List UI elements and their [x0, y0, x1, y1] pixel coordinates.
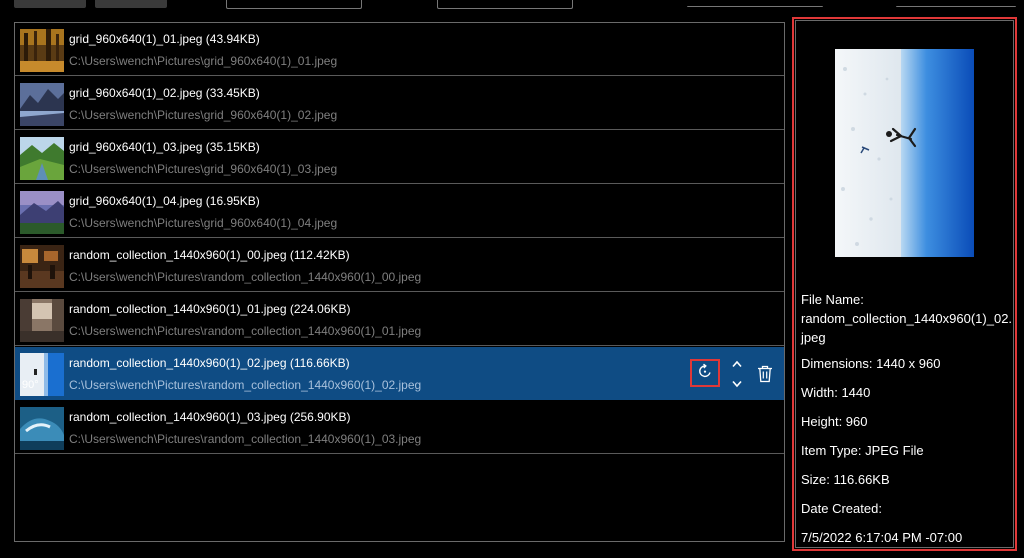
item-type-text: Item Type: JPEG File	[801, 443, 924, 458]
file-name: grid_960x640(1)_01.jpeg (43.94KB)	[69, 32, 260, 46]
list-item[interactable]: random_collection_1440x960(1)_03.jpeg (2…	[15, 401, 784, 454]
chevron-up-icon	[731, 355, 743, 373]
rotate-right-icon	[697, 363, 713, 384]
file-path: C:\Users\wench\Pictures\random_collectio…	[69, 270, 422, 284]
date-created-label: Date Created:	[801, 501, 882, 516]
file-path: C:\Users\wench\Pictures\grid_960x640(1)_…	[69, 216, 338, 230]
file-name: random_collection_1440x960(1)_01.jpeg (2…	[69, 302, 351, 316]
rotate-button[interactable]	[690, 359, 720, 387]
file-name-label: File Name:	[801, 292, 864, 307]
toolbar-field-4[interactable]	[896, 6, 1016, 7]
toolbar-field-3[interactable]	[687, 6, 823, 7]
file-name: grid_960x640(1)_04.jpeg (16.95KB)	[69, 194, 260, 208]
file-list: grid_960x640(1)_01.jpeg (43.94KB) C:\Use…	[14, 22, 785, 542]
thumbnail-image	[20, 407, 64, 450]
rotation-badge: 90°	[22, 379, 39, 391]
move-up-button[interactable]	[728, 357, 746, 371]
file-name-value: random_collection_1440x960(1)_02.jpeg	[801, 311, 1013, 345]
file-path: C:\Users\wench\Pictures\grid_960x640(1)_…	[69, 108, 338, 122]
date-created-value: 7/5/2022 6:17:04 PM -07:00	[801, 530, 963, 545]
list-item[interactable]: random_collection_1440x960(1)_00.jpeg (1…	[15, 239, 784, 292]
reorder-controls	[728, 355, 746, 393]
file-name: random_collection_1440x960(1)_03.jpeg (2…	[69, 410, 351, 424]
toolbar-button-1[interactable]	[14, 0, 86, 8]
chevron-down-icon	[731, 375, 743, 393]
file-path: C:\Users\wench\Pictures\random_collectio…	[69, 324, 422, 338]
thumbnail-image	[20, 191, 64, 234]
thumbnail-image	[20, 83, 64, 126]
list-item[interactable]: grid_960x640(1)_03.jpeg (35.15KB) C:\Use…	[15, 131, 784, 184]
thumbnail-image	[20, 29, 64, 72]
delete-button[interactable]	[756, 364, 774, 384]
list-item[interactable]: grid_960x640(1)_04.jpeg (16.95KB) C:\Use…	[15, 185, 784, 238]
width-text: Width: 1440	[801, 385, 871, 400]
toolbar-field-1[interactable]	[226, 0, 362, 9]
toolbar-field-2[interactable]	[437, 0, 573, 9]
file-name: grid_960x640(1)_03.jpeg (35.15KB)	[69, 140, 260, 154]
file-name: random_collection_1440x960(1)_02.jpeg (1…	[69, 356, 350, 370]
list-item[interactable]: random_collection_1440x960(1)_01.jpeg (2…	[15, 293, 784, 346]
thumbnail-image	[20, 299, 64, 342]
thumbnail-image	[20, 245, 64, 288]
file-path: C:\Users\wench\Pictures\random_collectio…	[69, 378, 422, 392]
size-text: Size: 116.66KB	[801, 472, 890, 487]
toolbar-button-2[interactable]	[95, 0, 167, 8]
list-item[interactable]: grid_960x640(1)_01.jpeg (43.94KB) C:\Use…	[15, 23, 784, 76]
trash-icon	[756, 365, 774, 388]
file-path: C:\Users\wench\Pictures\grid_960x640(1)_…	[69, 162, 338, 176]
list-item-selected[interactable]: 90° random_collection_1440x960(1)_02.jpe…	[15, 347, 784, 400]
preview-image	[835, 49, 974, 257]
move-down-button[interactable]	[728, 377, 746, 391]
thumbnail-image	[20, 137, 64, 180]
list-item[interactable]: grid_960x640(1)_02.jpeg (33.45KB) C:\Use…	[15, 77, 784, 130]
file-path: C:\Users\wench\Pictures\random_collectio…	[69, 432, 422, 446]
file-path: C:\Users\wench\Pictures\grid_960x640(1)_…	[69, 54, 338, 68]
height-text: Height: 960	[801, 414, 868, 429]
details-panel: File Name: random_collection_1440x960(1)…	[792, 17, 1017, 551]
file-name: random_collection_1440x960(1)_00.jpeg (1…	[69, 248, 350, 262]
dimensions-text: Dimensions: 1440 x 960	[801, 356, 941, 371]
file-name: grid_960x640(1)_02.jpeg (33.45KB)	[69, 86, 260, 100]
